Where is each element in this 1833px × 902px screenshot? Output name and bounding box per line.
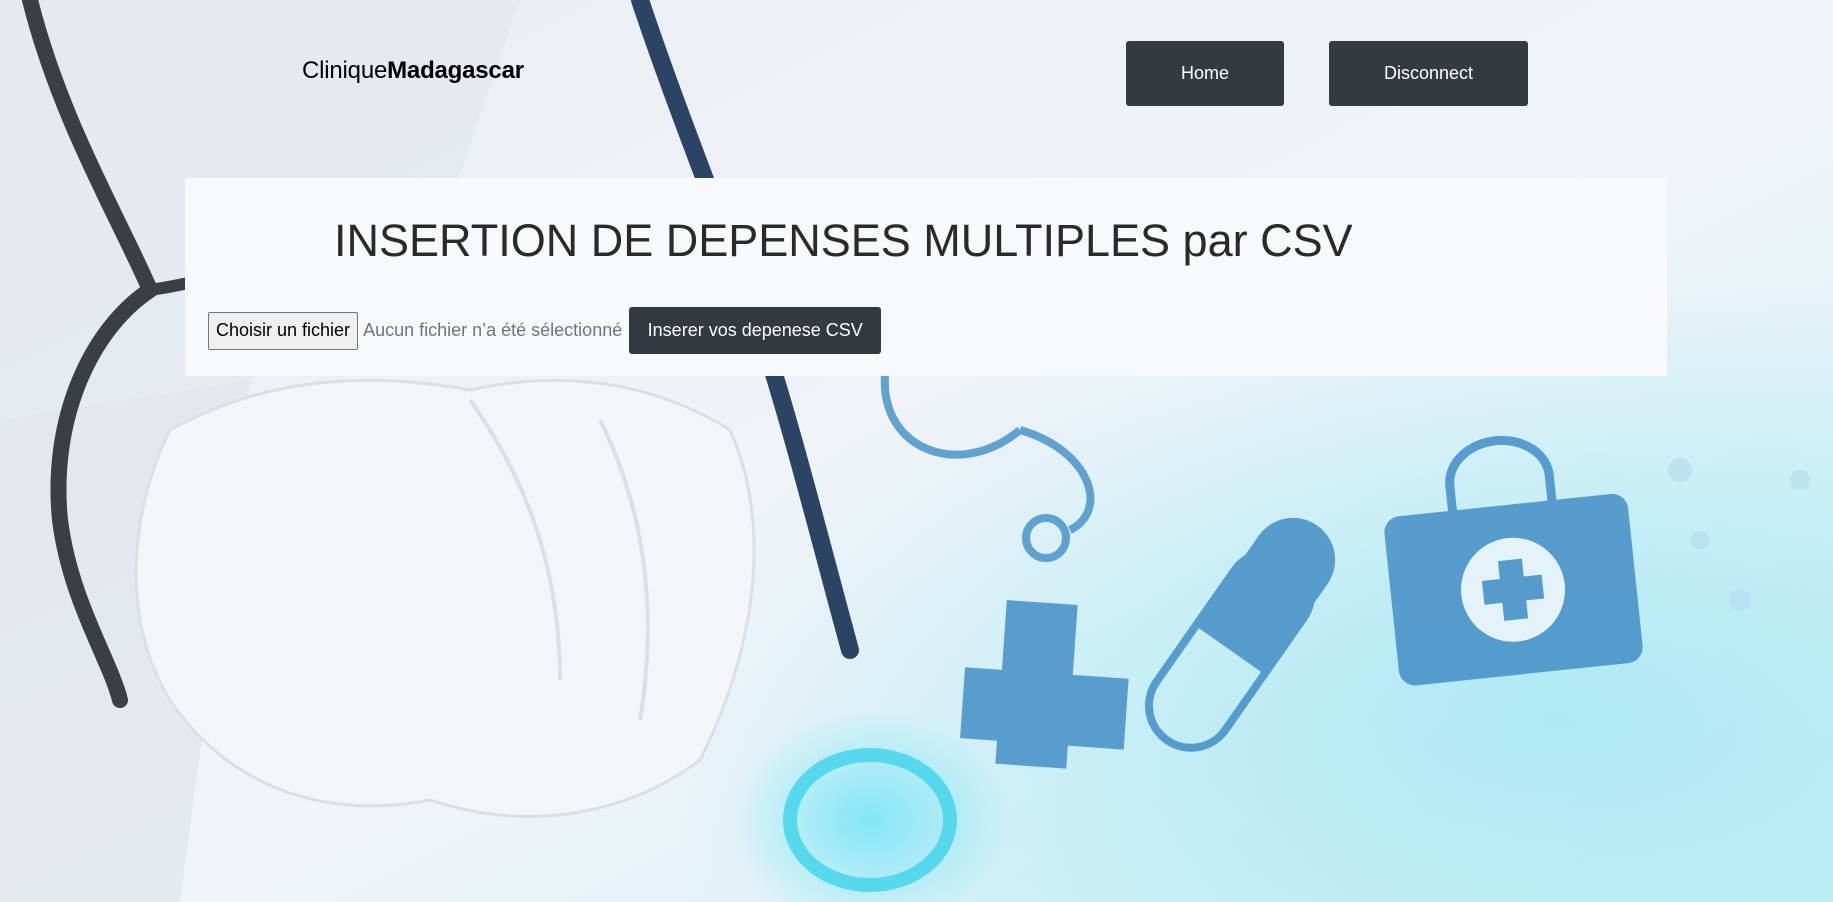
page-title: INSERTION DE DEPENSES MULTIPLES par CSV — [334, 215, 1353, 266]
site-header: CliniqueMadagascar Home Disconnect — [0, 0, 1833, 150]
choose-file-button[interactable]: Choisir un fichier — [208, 311, 359, 350]
csv-upload-panel: INSERTION DE DEPENSES MULTIPLES par CSV … — [185, 178, 1667, 376]
file-status-text: Aucun fichier n’a été sélectionné — [363, 320, 623, 340]
brand-prefix: Clinique — [302, 57, 388, 84]
brand-logo[interactable]: CliniqueMadagascar — [302, 57, 524, 85]
brand-bold: Madagascar — [387, 57, 524, 84]
submit-csv-button[interactable]: Inserer vos depenese CSV — [629, 307, 882, 354]
disconnect-button[interactable]: Disconnect — [1329, 41, 1528, 106]
home-button[interactable]: Home — [1126, 41, 1284, 106]
file-upload-row: Choisir un fichier Aucun fichier n’a été… — [208, 307, 882, 354]
